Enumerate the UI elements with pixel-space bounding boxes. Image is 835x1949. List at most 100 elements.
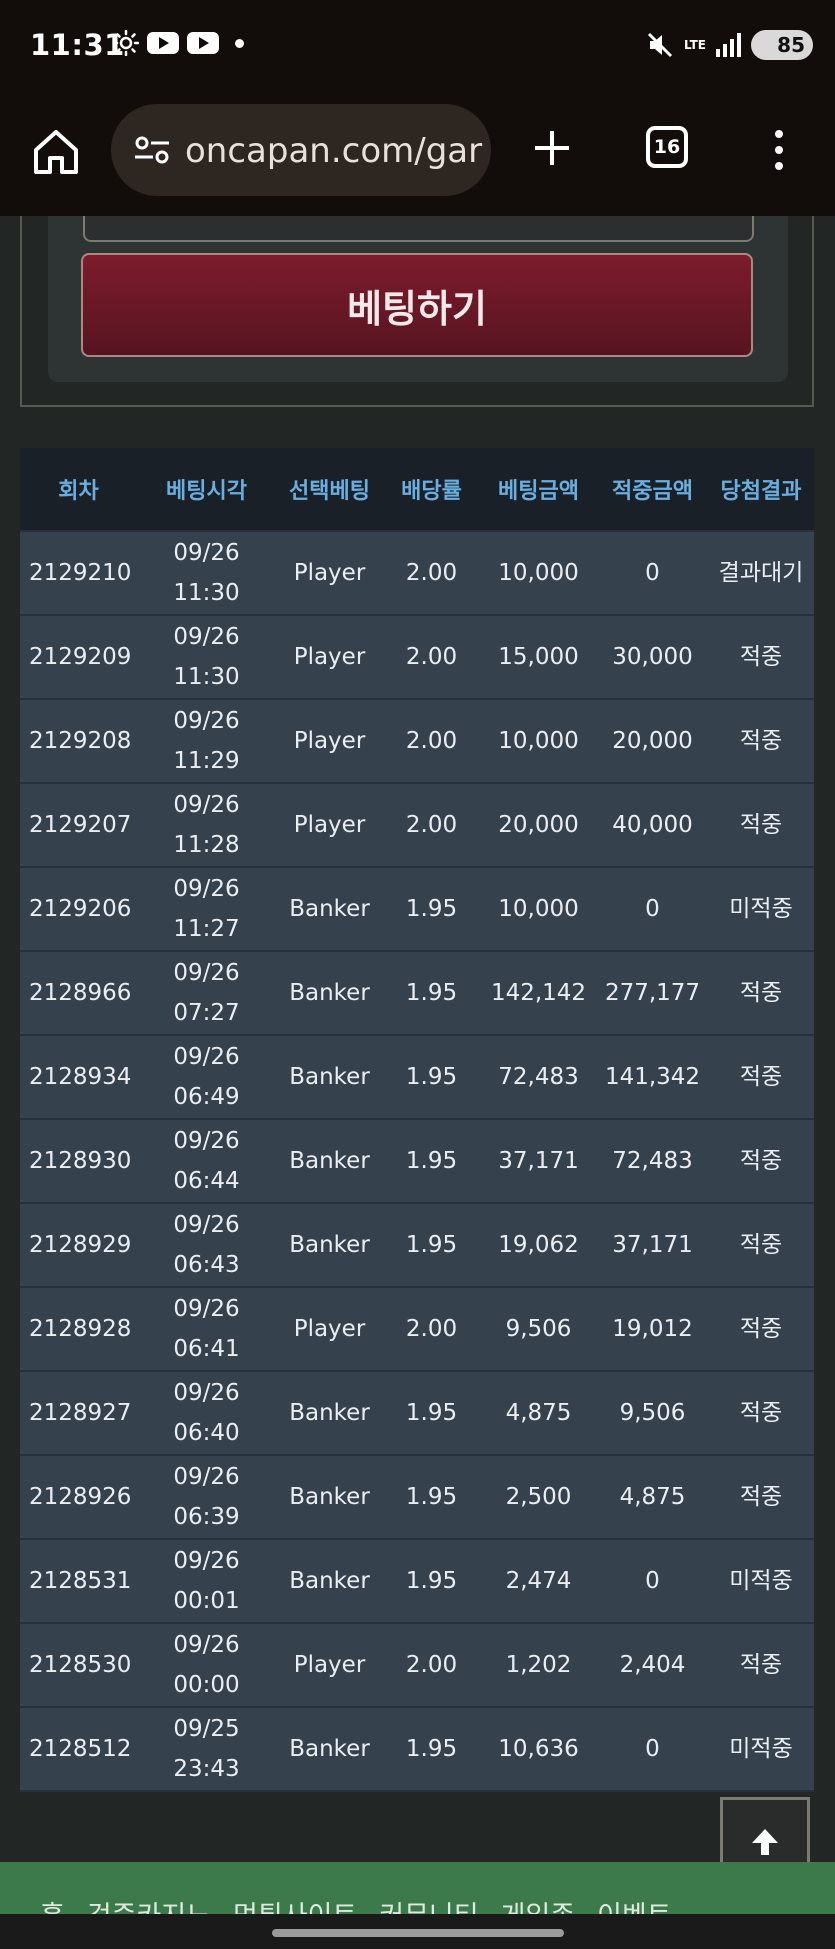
tab-switcher-button[interactable]: 16 — [646, 126, 688, 168]
gesture-bar[interactable] — [272, 1929, 564, 1937]
table-row: 2128929 09/26 06:43 Banker 1.95 19,062 37,171 적… — [20, 1203, 814, 1288]
bet-history-table: 회차 베팅시각 선택베팅 배당률 베팅금액 적중금액 당첨결과 2129210 0… — [20, 448, 814, 1792]
cell-date: 09/26 — [173, 1464, 240, 1490]
new-tab-icon[interactable] — [532, 128, 572, 168]
cell-round: 2128512 — [20, 1707, 137, 1792]
cell-bet-amount: 15,000 — [480, 615, 597, 700]
column-header-bet-time: 베팅시각 — [137, 448, 276, 532]
table-row: 2129206 09/26 11:27 Banker 1.95 10,000 0 미적중 — [20, 867, 814, 952]
youtube-icon — [187, 32, 219, 54]
tab-count: 16 — [653, 136, 681, 158]
signal-icon — [716, 33, 741, 57]
cell-round: 2128531 — [20, 1539, 137, 1624]
cell-time: 06:39 — [173, 1504, 240, 1530]
table-row: 2128512 09/25 23:43 Banker 1.95 10,636 0 미적중 — [20, 1707, 814, 1792]
cell-time: 11:28 — [173, 832, 240, 858]
cell-bet-time: 09/26 06:44 — [137, 1119, 276, 1204]
cell-result: 적중 — [708, 699, 814, 784]
cell-bet-time: 09/26 00:01 — [137, 1539, 276, 1624]
cell-round: 2129207 — [20, 783, 137, 868]
cell-odds: 1.95 — [383, 1035, 480, 1120]
table-row: 2129207 09/26 11:28 Player 2.00 20,000 40,000 적… — [20, 783, 814, 868]
cell-time: 11:30 — [173, 580, 240, 606]
cell-result: 결과대기 — [708, 531, 814, 616]
cell-result: 미적중 — [708, 1539, 814, 1624]
cell-bet-amount: 19,062 — [480, 1203, 597, 1288]
cell-bet-amount: 72,483 — [480, 1035, 597, 1120]
cell-round: 2128934 — [20, 1035, 137, 1120]
cell-odds: 1.95 — [383, 1539, 480, 1624]
cell-round: 2128927 — [20, 1371, 137, 1456]
cell-pick: Banker — [276, 951, 383, 1036]
cell-time: 06:44 — [173, 1168, 240, 1194]
more-menu-icon[interactable] — [772, 130, 786, 176]
cell-date: 09/26 — [173, 624, 240, 650]
cell-bet-time: 09/26 11:28 — [137, 783, 276, 868]
cell-pick: Banker — [276, 1539, 383, 1624]
cell-time: 11:29 — [173, 748, 240, 774]
cell-pick: Banker — [276, 1035, 383, 1120]
cell-bet-amount: 2,500 — [480, 1455, 597, 1540]
cell-odds: 1.95 — [383, 1203, 480, 1288]
table-row: 2128928 09/26 06:41 Player 2.00 9,506 19,012 적중 — [20, 1287, 814, 1372]
cell-time: 11:27 — [173, 916, 240, 942]
cell-round: 2128928 — [20, 1287, 137, 1372]
cell-odds: 1.95 — [383, 1707, 480, 1792]
cell-win-amount: 0 — [597, 531, 708, 616]
cell-round: 2129209 — [20, 615, 137, 700]
address-bar[interactable]: oncapan.com/gar — [111, 104, 491, 196]
table-row: 2128531 09/26 00:01 Banker 1.95 2,474 0 미적중 — [20, 1539, 814, 1624]
cell-round: 2128929 — [20, 1203, 137, 1288]
column-header-bet-amount: 베팅금액 — [480, 448, 597, 532]
cell-result: 적중 — [708, 1035, 814, 1120]
cell-bet-amount: 1,202 — [480, 1623, 597, 1708]
nav-item-home[interactable]: 홈 — [40, 1894, 65, 1914]
battery-icon: 85 — [751, 30, 813, 60]
site-settings-icon[interactable] — [133, 134, 171, 166]
cell-result: 적중 — [708, 1119, 814, 1204]
table-row: 2129209 09/26 11:30 Player 2.00 15,000 30,000 적… — [20, 615, 814, 700]
cell-date: 09/26 — [173, 1044, 240, 1070]
cell-bet-time: 09/26 07:27 — [137, 951, 276, 1036]
cell-result: 미적중 — [708, 1707, 814, 1792]
cell-win-amount: 2,404 — [597, 1623, 708, 1708]
cell-win-amount: 0 — [597, 867, 708, 952]
nav-item-verified-casino[interactable]: 검증카지노 — [87, 1894, 211, 1914]
cell-pick: Player — [276, 699, 383, 784]
cell-win-amount: 0 — [597, 1539, 708, 1624]
cell-win-amount: 9,506 — [597, 1371, 708, 1456]
nav-item-scam-sites[interactable]: 먹튀사이트 — [233, 1894, 357, 1914]
nav-item-community[interactable]: 커뮤니티 — [379, 1894, 478, 1914]
cell-bet-time: 09/26 06:43 — [137, 1203, 276, 1288]
cell-bet-time: 09/26 11:27 — [137, 867, 276, 952]
url-text[interactable]: oncapan.com/gar — [185, 131, 482, 171]
cell-odds: 1.95 — [383, 1119, 480, 1204]
nav-item-game-zone[interactable]: 게임존 — [501, 1894, 576, 1914]
home-icon[interactable] — [30, 126, 82, 178]
cell-result: 적중 — [708, 1371, 814, 1456]
place-bet-button[interactable]: 베팅하기 — [81, 253, 753, 357]
cell-win-amount: 72,483 — [597, 1119, 708, 1204]
cell-time: 06:49 — [173, 1084, 240, 1110]
cell-result: 적중 — [708, 1455, 814, 1540]
cell-result: 적중 — [708, 1287, 814, 1372]
cell-pick: Player — [276, 615, 383, 700]
status-bar: 11:31 LTE 85 — [0, 0, 835, 96]
notification-icons — [113, 30, 244, 56]
cell-bet-time: 09/25 23:43 — [137, 1707, 276, 1792]
brightness-icon — [113, 30, 139, 56]
cell-time: 06:40 — [173, 1420, 240, 1446]
cell-date: 09/26 — [173, 960, 240, 986]
bet-amount-input[interactable] — [83, 216, 754, 242]
cell-pick: Player — [276, 531, 383, 616]
cell-win-amount: 141,342 — [597, 1035, 708, 1120]
cell-odds: 1.95 — [383, 951, 480, 1036]
cell-date: 09/26 — [173, 1632, 240, 1658]
table-row: 2128934 09/26 06:49 Banker 1.95 72,483 141,342… — [20, 1035, 814, 1120]
cell-win-amount: 37,171 — [597, 1203, 708, 1288]
nav-item-events[interactable]: 이벤트 — [597, 1894, 672, 1914]
cell-date: 09/26 — [173, 792, 240, 818]
table-row: 2128966 09/26 07:27 Banker 1.95 142,142 277,17… — [20, 951, 814, 1036]
network-type: LTE — [683, 38, 706, 52]
cell-date: 09/26 — [173, 540, 240, 566]
